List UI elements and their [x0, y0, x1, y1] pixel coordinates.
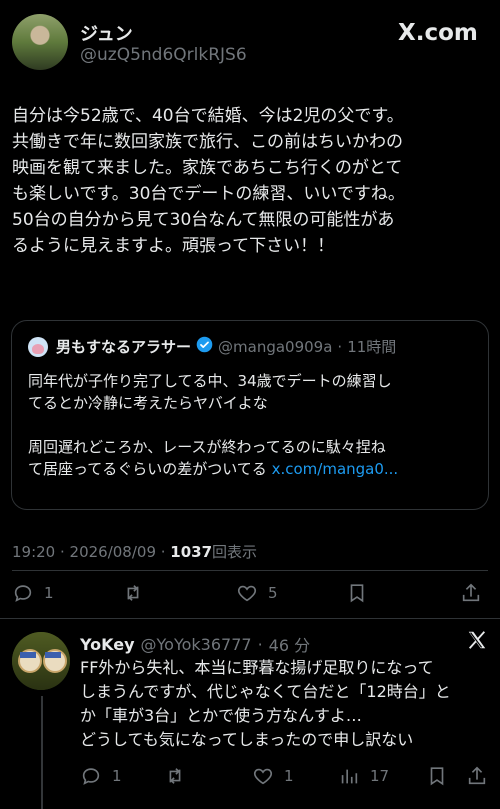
- reply-like-button[interactable]: 1: [252, 765, 294, 787]
- like-button[interactable]: 5: [236, 582, 278, 604]
- divider: [0, 618, 500, 619]
- reply-like-count: 1: [284, 767, 294, 785]
- reply-count: 1: [44, 584, 54, 602]
- reply-views-count: 17: [370, 767, 390, 785]
- quote-avatar[interactable]: [28, 337, 48, 357]
- bookmark-button[interactable]: [346, 582, 368, 604]
- reply-time[interactable]: 46 分: [269, 632, 310, 656]
- quote-line: て居座ってるぐらいの差がついてる: [28, 460, 267, 478]
- reply-repost-button[interactable]: [164, 765, 196, 787]
- heart-icon: [253, 768, 273, 785]
- thread-line: [41, 696, 43, 809]
- verified-badge-icon: [196, 336, 213, 357]
- share-icon: [468, 766, 486, 785]
- share-icon: [462, 583, 480, 602]
- post-line: 映画を観て来ました。家族であちこち行くのがとて: [12, 158, 403, 178]
- reply-icon: [14, 585, 32, 602]
- heart-icon: [237, 585, 257, 602]
- reply-line: しまうんですが、代じゃなくて台だと「12時台」と: [80, 682, 451, 701]
- quote-time[interactable]: 11時間: [347, 336, 396, 357]
- post-line: 自分は今52歳で、40台で結婚、今は2児の父です。: [12, 106, 404, 126]
- quote-line: 周回遅れどころか、レースが終わってるのに駄々捏ね: [28, 438, 386, 456]
- quote-author-name[interactable]: 男もすなるアラサー: [56, 336, 191, 357]
- reply-reply-button[interactable]: 1: [80, 765, 122, 787]
- share-button[interactable]: [460, 582, 482, 604]
- analytics-icon: [341, 769, 358, 784]
- reply-line: どうしても気になってしまったので申し訳ない: [80, 730, 414, 749]
- quoted-post-card[interactable]: 男もすなるアラサー @manga0909a · 11時間 同年代が子作り完了して…: [11, 320, 489, 510]
- reply-body: FF外から失礼、本当に野暮な揚げ足取りになって しまうんですが、代じゃなくて台だ…: [80, 656, 451, 752]
- reply-reply-count: 1: [112, 767, 122, 785]
- post-timestamp: 19:20 · 2026/08/09 · 1037回表示: [12, 541, 257, 562]
- author-avatar[interactable]: [12, 14, 68, 70]
- reply-line: FF外から失礼、本当に野暮な揚げ足取りになって: [80, 658, 434, 677]
- views-label: 回表示: [212, 543, 258, 561]
- quote-line: てるとか冷静に考えたらヤバイよな: [28, 394, 268, 412]
- quote-author-handle[interactable]: @manga0909a: [218, 338, 332, 356]
- like-count: 5: [268, 584, 278, 602]
- bookmark-icon: [430, 767, 444, 786]
- quote-body: 同年代が子作り完了してる中、34歳でデートの練習し てるとか冷静に考えたらヤバイ…: [28, 370, 398, 480]
- post-time[interactable]: 19:20 · 2026/08/09 ·: [12, 543, 170, 561]
- quote-link[interactable]: x.com/manga0...: [272, 460, 399, 478]
- quote-line: [28, 414, 398, 436]
- divider: [12, 570, 488, 571]
- views-count: 1037: [170, 543, 213, 561]
- reply-author-handle[interactable]: @YoYok36777: [141, 635, 252, 654]
- reply-avatar[interactable]: [12, 632, 70, 690]
- reply-icon: [82, 768, 100, 785]
- post-line: 共働きで年に数回家族で旅行、この前はちいかわの: [12, 132, 403, 152]
- post-line: るように見えますよ。頑張って下さい！！: [12, 236, 335, 256]
- reply-bookmark-button[interactable]: [426, 765, 448, 787]
- reply-views-button[interactable]: 17: [338, 765, 389, 787]
- author-name[interactable]: ジュン: [80, 20, 133, 46]
- reply-author-name[interactable]: YoKey: [80, 635, 135, 654]
- post-line: も楽しいです。30台でデートの練習、いいですね。: [12, 184, 405, 204]
- author-handle[interactable]: @uzQ5nd6QrlkRJS6: [80, 45, 247, 65]
- repost-icon: [169, 768, 181, 784]
- reply-share-button[interactable]: [466, 765, 488, 787]
- post-body: 自分は今52歳で、40台で結婚、今は2児の父です。 共働きで年に数回家族で旅行、…: [12, 103, 405, 259]
- bookmark-icon: [350, 584, 364, 603]
- repost-button[interactable]: [122, 582, 154, 604]
- x-logo-brand: X.com: [398, 20, 478, 46]
- reply-line: か「車が3台」とかで使う方なんすよ…: [80, 706, 362, 725]
- x-logo-icon: [466, 629, 488, 655]
- quote-line: 同年代が子作り完了してる中、34歳でデートの練習し: [28, 372, 392, 390]
- post-line: 50台の自分から見て30台なんて無限の可能性があ: [12, 210, 395, 230]
- repost-icon: [127, 585, 139, 601]
- reply-button[interactable]: 1: [12, 582, 54, 604]
